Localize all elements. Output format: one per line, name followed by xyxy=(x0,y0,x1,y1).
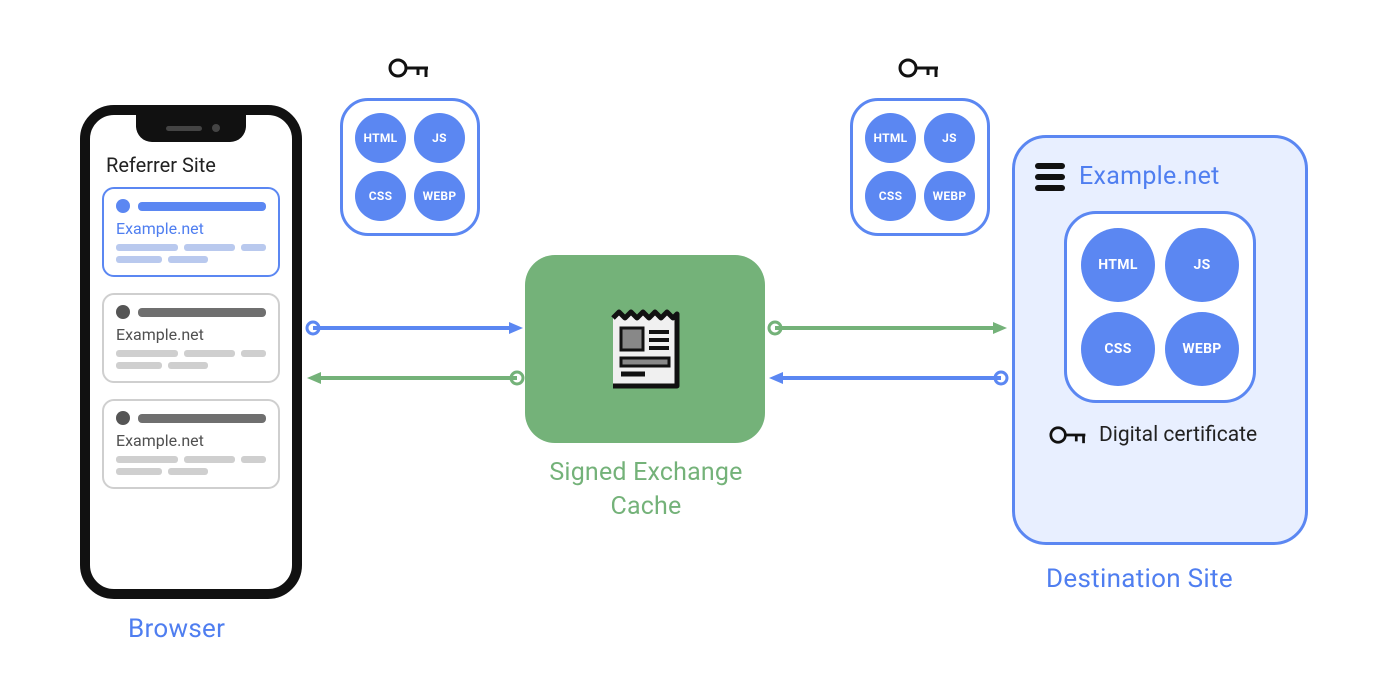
asset-badge-html: HTML xyxy=(1081,228,1155,302)
result-card: Example.net xyxy=(102,293,280,383)
signed-exchange-cache xyxy=(525,255,765,443)
arrow-browser-to-cache xyxy=(305,320,525,336)
referrer-site-title: Referrer Site xyxy=(106,153,280,177)
result-card: Example.net xyxy=(102,399,280,489)
result-card-active: Example.net xyxy=(102,187,280,277)
certificate-label: Digital certificate xyxy=(1099,423,1257,447)
asset-badge-js: JS xyxy=(414,113,465,163)
key-icon xyxy=(898,55,942,81)
card-site-name: Example.net xyxy=(116,219,266,238)
asset-badge-css: CSS xyxy=(1081,312,1155,386)
browser-phone: Referrer Site Example.net Example.net Ex… xyxy=(80,105,302,599)
destination-site-box: Example.net HTML JS CSS WEBP Digital cer… xyxy=(1012,135,1308,545)
asset-badge-webp: WEBP xyxy=(1165,312,1239,386)
asset-badge-webp: WEBP xyxy=(924,171,975,221)
asset-bundle-left: HTML JS CSS WEBP xyxy=(340,98,480,236)
asset-bundle-right: HTML JS CSS WEBP xyxy=(850,98,990,236)
asset-badge-html: HTML xyxy=(355,113,406,163)
browser-label: Browser xyxy=(128,614,225,644)
asset-badge-js: JS xyxy=(1165,228,1239,302)
key-icon xyxy=(1049,423,1089,447)
menu-icon xyxy=(1035,163,1065,191)
asset-badge-webp: WEBP xyxy=(414,171,465,221)
asset-bundle-destination: HTML JS CSS WEBP xyxy=(1064,211,1256,403)
asset-badge-css: CSS xyxy=(865,171,916,221)
key-icon xyxy=(388,55,432,81)
newspaper-icon xyxy=(605,304,685,394)
destination-site-label: Destination Site xyxy=(1046,564,1233,594)
arrow-dest-to-cache xyxy=(767,370,1009,386)
card-site-name: Example.net xyxy=(116,325,266,344)
cache-label: Signed Exchange Cache xyxy=(526,456,766,524)
arrow-cache-to-dest xyxy=(767,320,1009,336)
asset-badge-js: JS xyxy=(924,113,975,163)
phone-notch xyxy=(136,114,246,142)
arrow-cache-to-browser xyxy=(305,370,525,386)
asset-badge-html: HTML xyxy=(865,113,916,163)
card-site-name: Example.net xyxy=(116,431,266,450)
asset-badge-css: CSS xyxy=(355,171,406,221)
destination-title: Example.net xyxy=(1079,162,1220,191)
